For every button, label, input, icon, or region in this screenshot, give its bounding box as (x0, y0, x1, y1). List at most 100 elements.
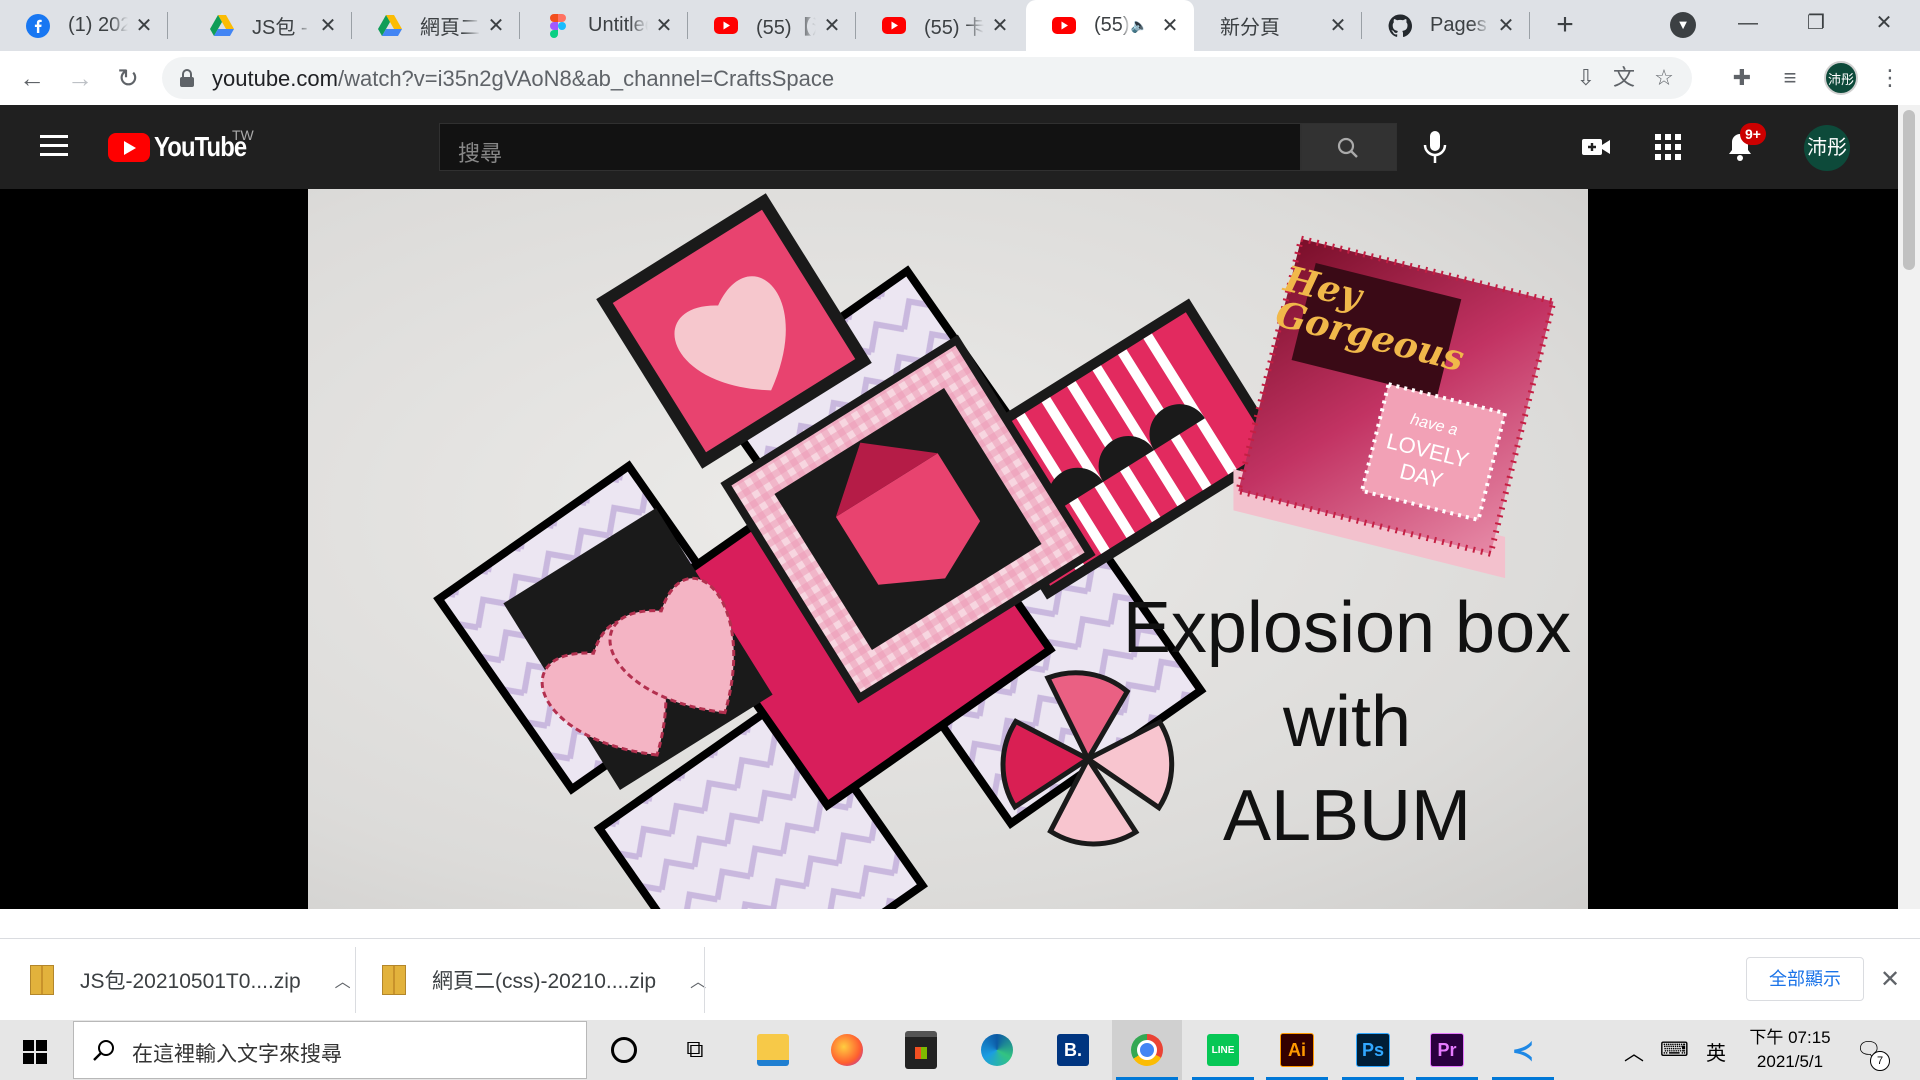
keyboard-icon[interactable]: ⌨ (1660, 1037, 1689, 1062)
task-view-icon[interactable]: ⧉ (660, 1020, 730, 1080)
microsoft-store-icon[interactable] (886, 1020, 956, 1080)
cortana-icon[interactable] (589, 1020, 659, 1080)
new-tab-button[interactable]: + (1548, 8, 1582, 42)
tab-github-pages[interactable]: Pages ✕ (1362, 0, 1530, 51)
youtube-icon (882, 14, 906, 38)
create-video-icon[interactable] (1580, 131, 1612, 163)
speaker-icon[interactable]: 🔈 (1131, 17, 1148, 34)
download-item[interactable]: 網頁二(css)-20210....zip ︿ (382, 939, 706, 1021)
reload-button[interactable]: ↻ (112, 62, 144, 94)
minimize-button[interactable]: — (1728, 8, 1768, 38)
youtube-icon (1052, 14, 1076, 38)
country-code: TW (232, 127, 254, 143)
photoshop-icon[interactable]: Ps (1338, 1020, 1408, 1080)
google-drive-icon (210, 14, 234, 38)
tab-youtube-2[interactable]: (55) 卡片 ✕ (856, 0, 1024, 51)
youtube-icon (714, 14, 738, 38)
vscode-icon[interactable]: ≺ (1488, 1020, 1558, 1080)
show-all-downloads-button[interactable]: 全部顯示 (1746, 957, 1864, 1001)
apps-grid-icon[interactable] (1652, 131, 1684, 163)
search-icon (1337, 137, 1358, 158)
youtube-account-avatar[interactable]: 沛彤 (1804, 125, 1850, 171)
restore-button[interactable]: ❐ (1796, 8, 1836, 38)
url-text[interactable]: youtube.com/watch?v=i35n2gVAoN8&ab_chann… (212, 66, 834, 92)
tab-close-icon[interactable]: ✕ (822, 13, 842, 38)
ime-indicator[interactable]: 英 (1706, 1037, 1726, 1066)
b-app-icon[interactable]: B. (1038, 1020, 1108, 1080)
chrome-icon[interactable] (1112, 1020, 1182, 1080)
edge-icon[interactable] (962, 1020, 1032, 1080)
chrome-menu-icon[interactable]: ⋮ (1876, 64, 1904, 92)
tab-title: (55) 卡片 (924, 17, 984, 39)
tab-figma[interactable]: Untitled ✕ (520, 0, 688, 51)
download-shelf: JS包-20210501T0....zip ︿ 網頁二(css)-20210..… (0, 938, 1920, 1020)
thumbnail-title: Explosion box with ALBUM (1112, 581, 1582, 863)
download-filename: 網頁二(css)-20210....zip (432, 970, 657, 993)
youtube-search-button[interactable] (1301, 123, 1397, 171)
tab-close-icon[interactable]: ✕ (134, 13, 154, 38)
download-separator (355, 947, 356, 1013)
tab-search-button[interactable]: ▼ (1670, 12, 1696, 38)
tab-close-icon[interactable]: ✕ (1496, 13, 1516, 38)
tab-separator (167, 12, 168, 39)
download-filename: JS包-20210501T0....zip (80, 970, 301, 993)
browser-toolbar: ← → ↻ youtube.com/watch?v=i35n2gVAoN8&ab… (0, 51, 1920, 106)
download-separator (704, 947, 705, 1013)
tray-chevron-up-icon[interactable]: ︿ (1624, 1037, 1644, 1066)
tab-close-icon[interactable]: ✕ (486, 13, 506, 38)
page-scrollbar[interactable] (1898, 105, 1920, 909)
tab-title: JS包 - Goo (252, 17, 312, 39)
close-window-button[interactable]: ✕ (1864, 8, 1904, 38)
notification-count-badge: 7 (1870, 1051, 1890, 1071)
youtube-masthead: YouTube TW 搜尋 9+ 沛彤 (0, 105, 1898, 189)
address-bar[interactable]: youtube.com/watch?v=i35n2gVAoN8&ab_chann… (162, 57, 1692, 99)
zip-file-icon (30, 965, 54, 995)
youtube-play-logo-icon (108, 132, 150, 162)
chevron-up-icon[interactable]: ︿ (335, 968, 351, 992)
lock-icon[interactable] (180, 69, 194, 87)
thumbnail-title-line-3: ALBUM (1222, 776, 1472, 856)
url-host: youtube.com (212, 66, 338, 91)
hamburger-menu-icon[interactable] (40, 135, 68, 157)
premiere-icon[interactable]: Pr (1412, 1020, 1482, 1080)
tab-new-tab-page[interactable]: 新分頁 ✕ (1194, 0, 1362, 51)
clock-date: 2021/5/1 (1756, 1052, 1824, 1071)
file-explorer-icon[interactable] (738, 1020, 808, 1080)
tab-title: (55)【濃 (756, 17, 816, 39)
tab-youtube-1[interactable]: (55)【濃 ✕ (688, 0, 856, 51)
tab-close-icon[interactable]: ✕ (318, 13, 338, 38)
taskbar-clock[interactable]: 下午 07:15 2021/5/1 (1745, 1026, 1835, 1074)
translate-icon[interactable]: 文 (1612, 66, 1636, 90)
windows-taskbar: 在這裡輸入文字來搜尋 ⧉ B. LINE Ai Ps Pr ≺ ︿ ⌨ 英 下午… (0, 1020, 1920, 1080)
video-thumbnail[interactable]: Hey Gorgeous have a LOVELY DAY Explosion bo… (308, 189, 1588, 909)
illustrator-icon[interactable]: Ai (1262, 1020, 1332, 1080)
tab-youtube-active[interactable]: (55) 🔈 ✕ (1026, 0, 1194, 51)
download-item[interactable]: JS包-20210501T0....zip ︿ (30, 939, 351, 1021)
taskbar-search-placeholder: 在這裡輸入文字來搜尋 (132, 1043, 342, 1066)
tab-close-icon[interactable]: ✕ (1328, 13, 1348, 38)
bookmark-star-icon[interactable]: ☆ (1652, 66, 1676, 90)
back-button[interactable]: ← (16, 62, 48, 94)
tab-title: (1) 2021 (68, 14, 128, 36)
scrollbar-thumb[interactable] (1903, 110, 1915, 270)
profile-avatar[interactable]: 沛彤 (1824, 61, 1858, 95)
microphone-icon[interactable] (1420, 129, 1450, 165)
tab-close-icon[interactable]: ✕ (1160, 13, 1180, 38)
firefox-icon[interactable] (812, 1020, 882, 1080)
tab-google-drive-js[interactable]: JS包 - Goo ✕ (184, 0, 352, 51)
close-download-shelf-icon[interactable]: ✕ (1880, 965, 1900, 994)
taskbar-search-box[interactable]: 在這裡輸入文字來搜尋 (73, 1021, 587, 1079)
tab-close-icon[interactable]: ✕ (654, 13, 674, 38)
line-icon[interactable]: LINE (1188, 1020, 1258, 1080)
youtube-search-input[interactable]: 搜尋 (439, 123, 1301, 171)
tab-facebook[interactable]: (1) 2021 ✕ (0, 0, 168, 51)
media-control-icon[interactable]: ≡ (1776, 64, 1804, 92)
install-app-icon[interactable]: ⇩ (1574, 66, 1598, 90)
tab-google-drive-css[interactable]: 網頁二(css) ✕ (352, 0, 520, 51)
forward-button[interactable]: → (64, 62, 96, 94)
windows-start-icon[interactable] (23, 1040, 47, 1064)
tab-close-icon[interactable]: ✕ (990, 13, 1010, 38)
extensions-icon[interactable]: ✚ (1728, 64, 1756, 92)
video-player[interactable]: Hey Gorgeous have a LOVELY DAY Explosion bo… (0, 189, 1898, 909)
clock-time: 下午 07:15 (1749, 1028, 1831, 1047)
